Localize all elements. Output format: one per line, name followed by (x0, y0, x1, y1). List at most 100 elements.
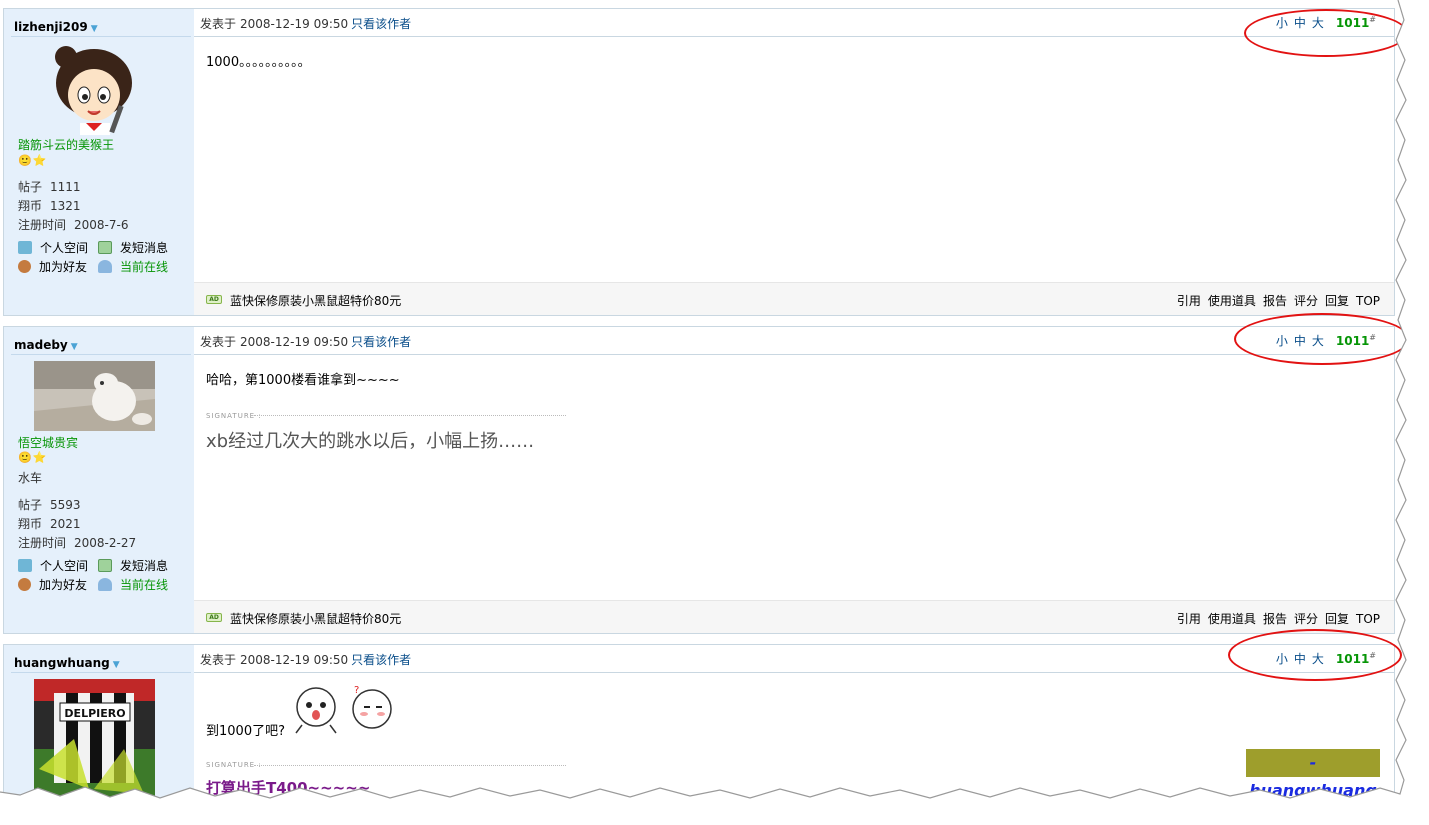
forum-post: madeby ▼ 悟空城贵宾 🙂⭐ 水车 帖子 5593 翔币 2021 注册时间 20… (3, 326, 1395, 634)
avatar[interactable] (34, 361, 155, 431)
post-content: 1000。。。。。。。。。。 (206, 55, 311, 70)
quote-button[interactable]: 引用 (1177, 294, 1201, 308)
avatar[interactable] (34, 43, 155, 135)
rank-icons: 🙂⭐ (18, 451, 47, 464)
home-icon (18, 559, 32, 572)
stat-label: 翔币 (18, 517, 43, 531)
top-button[interactable]: TOP (1356, 612, 1380, 626)
divider (11, 354, 191, 355)
divider (194, 354, 1394, 355)
rank-icons: 🙂⭐ (18, 154, 47, 167)
ad-link[interactable]: 蓝快保修原装小黑鼠超特价80元 (230, 292, 401, 309)
blushing-face-icon: ? (352, 685, 392, 729)
username-link[interactable]: lizhenji209 ▼ (14, 20, 98, 34)
stat-value: 1111 (50, 180, 81, 194)
divider (11, 672, 191, 673)
use-item-button[interactable]: 使用道具 (1208, 294, 1256, 308)
home-icon (18, 241, 32, 254)
signature-label: SIGNATURE : (206, 412, 262, 420)
post-time: 2008-12-19 09:50 (240, 653, 349, 667)
post-time: 2008-12-19 09:50 (240, 335, 349, 349)
screenshot-stage: lizhenji209 ▼ 踏筋斗云的美猴王 🙂⭐ 帖子 1111 翔币 132… (0, 0, 1429, 825)
quote-button[interactable]: 引用 (1177, 612, 1201, 626)
star-icon: ⭐ (32, 154, 48, 167)
signature-text: xb经过几次大的跳水以后，小幅上扬…… (206, 431, 535, 452)
dropdown-arrow-icon[interactable]: ▼ (113, 660, 120, 670)
top-button[interactable]: TOP (1356, 294, 1380, 308)
post-footer: AD 蓝快保修原装小黑鼠超特价80元 引用 使用道具 报告 评分 回复 TOP (194, 282, 1394, 315)
online-status: 当前在线 (98, 258, 178, 277)
user-sidebar: madeby ▼ 悟空城贵宾 🙂⭐ 水车 帖子 5593 翔币 2021 注册时间 20… (4, 327, 194, 633)
mail-icon (98, 559, 112, 572)
user-links: 个人空间 发短消息 加为好友 当前在线 (18, 557, 178, 595)
dropdown-arrow-icon[interactable]: ▼ (91, 24, 98, 34)
user-stats: 帖子 1111 翔币 1321 注册时间 2008-7-6 (18, 178, 128, 235)
stat-label: 帖子 (18, 498, 43, 512)
post-actions: 引用 使用道具 报告 评分 回复 TOP (1170, 610, 1380, 627)
star-icon: ⭐ (32, 451, 48, 464)
author-only-link[interactable]: 只看该作者 (351, 653, 411, 667)
username-badge: - huangwhuang (1246, 749, 1380, 800)
forum-post: lizhenji209 ▼ 踏筋斗云的美猴王 🙂⭐ 帖子 1111 翔币 132… (3, 8, 1395, 316)
stat-value: 2008-2-27 (74, 536, 137, 550)
highlight-ellipse (1244, 9, 1408, 57)
ad-icon: AD (206, 295, 222, 304)
add-friend-link[interactable]: 加为好友 (18, 576, 98, 595)
rate-button[interactable]: 评分 (1294, 612, 1318, 626)
post-footer: AD 蓝快保修原装小黑鼠超特价80元 引用 使用道具 报告 评分 回复 TOP (194, 600, 1394, 633)
forum-post: huangwhuang ▼ DELPIERO WWW.FLYXB.COM 发表于 2… (3, 644, 1395, 825)
user-links: 个人空间 发短消息 加为好友 当前在线 (18, 239, 178, 277)
stat-label: 注册时间 (18, 218, 67, 232)
highlight-ellipse (1228, 629, 1402, 681)
divider (194, 672, 1394, 673)
user-rank: 悟空城贵宾 (18, 436, 79, 450)
post-time: 2008-12-19 09:50 (240, 17, 349, 31)
user-space-link[interactable]: 个人空间 (18, 557, 98, 576)
post-actions: 引用 使用道具 报告 评分 回复 TOP (1170, 292, 1380, 309)
reply-button[interactable]: 回复 (1325, 294, 1349, 308)
ad-link[interactable]: 蓝快保修原装小黑鼠超特价80元 (230, 610, 401, 627)
mail-icon (98, 241, 112, 254)
author-only-link[interactable]: 只看该作者 (351, 17, 411, 31)
rate-button[interactable]: 评分 (1294, 294, 1318, 308)
add-friend-icon (18, 260, 31, 273)
report-button[interactable]: 报告 (1263, 612, 1287, 626)
post-content: 到1000了吧? (206, 724, 285, 739)
send-message-link[interactable]: 发短消息 (98, 557, 178, 576)
dropdown-arrow-icon[interactable]: ▼ (71, 342, 78, 352)
post-meta: 发表于 2008-12-19 09:50 只看该作者 (200, 17, 412, 31)
stat-value: 2021 (50, 517, 81, 531)
send-message-link[interactable]: 发短消息 (98, 239, 178, 258)
use-item-button[interactable]: 使用道具 (1208, 612, 1256, 626)
divider (11, 36, 191, 37)
user-online-icon (98, 260, 112, 273)
user-online-icon (98, 578, 112, 591)
stat-label: 帖子 (18, 180, 43, 194)
signature-text: 打算出手T400~~~~~ (206, 779, 371, 797)
stat-value: 1321 (50, 199, 81, 213)
avatar[interactable]: DELPIERO (34, 679, 155, 799)
online-status: 当前在线 (98, 576, 178, 595)
svg-text:DELPIERO: DELPIERO (64, 707, 125, 720)
watermark: WWW.FLYXB.COM (32, 796, 135, 806)
smiley-icon: 🙂 (18, 154, 33, 167)
stat-value: 5593 (50, 498, 81, 512)
add-friend-link[interactable]: 加为好友 (18, 258, 98, 277)
user-sidebar: huangwhuang ▼ DELPIERO WWW.FLYXB.COM (4, 645, 194, 825)
divider (194, 36, 1394, 37)
stat-value: 2008-7-6 (74, 218, 129, 232)
smiley-icon: 🙂 (18, 451, 33, 464)
username-link[interactable]: madeby ▼ (14, 338, 78, 352)
post-meta: 发表于 2008-12-19 09:50 只看该作者 (200, 653, 412, 667)
username-link[interactable]: huangwhuang ▼ (14, 656, 120, 670)
post-content: 哈哈，第1000楼看谁拿到~~~~ (206, 373, 400, 388)
user-space-link[interactable]: 个人空间 (18, 239, 98, 258)
report-button[interactable]: 报告 (1263, 294, 1287, 308)
reply-button[interactable]: 回复 (1325, 612, 1349, 626)
user-rank: 踏筋斗云的美猴王 (18, 138, 115, 152)
user-title: 水车 (18, 471, 43, 485)
stat-label: 注册时间 (18, 536, 67, 550)
author-only-link[interactable]: 只看该作者 (351, 335, 411, 349)
post-main: 发表于 2008-12-19 09:50 只看该作者 小中大 1011# 到1000了… (194, 645, 1394, 825)
surprised-face-icon (295, 687, 337, 734)
